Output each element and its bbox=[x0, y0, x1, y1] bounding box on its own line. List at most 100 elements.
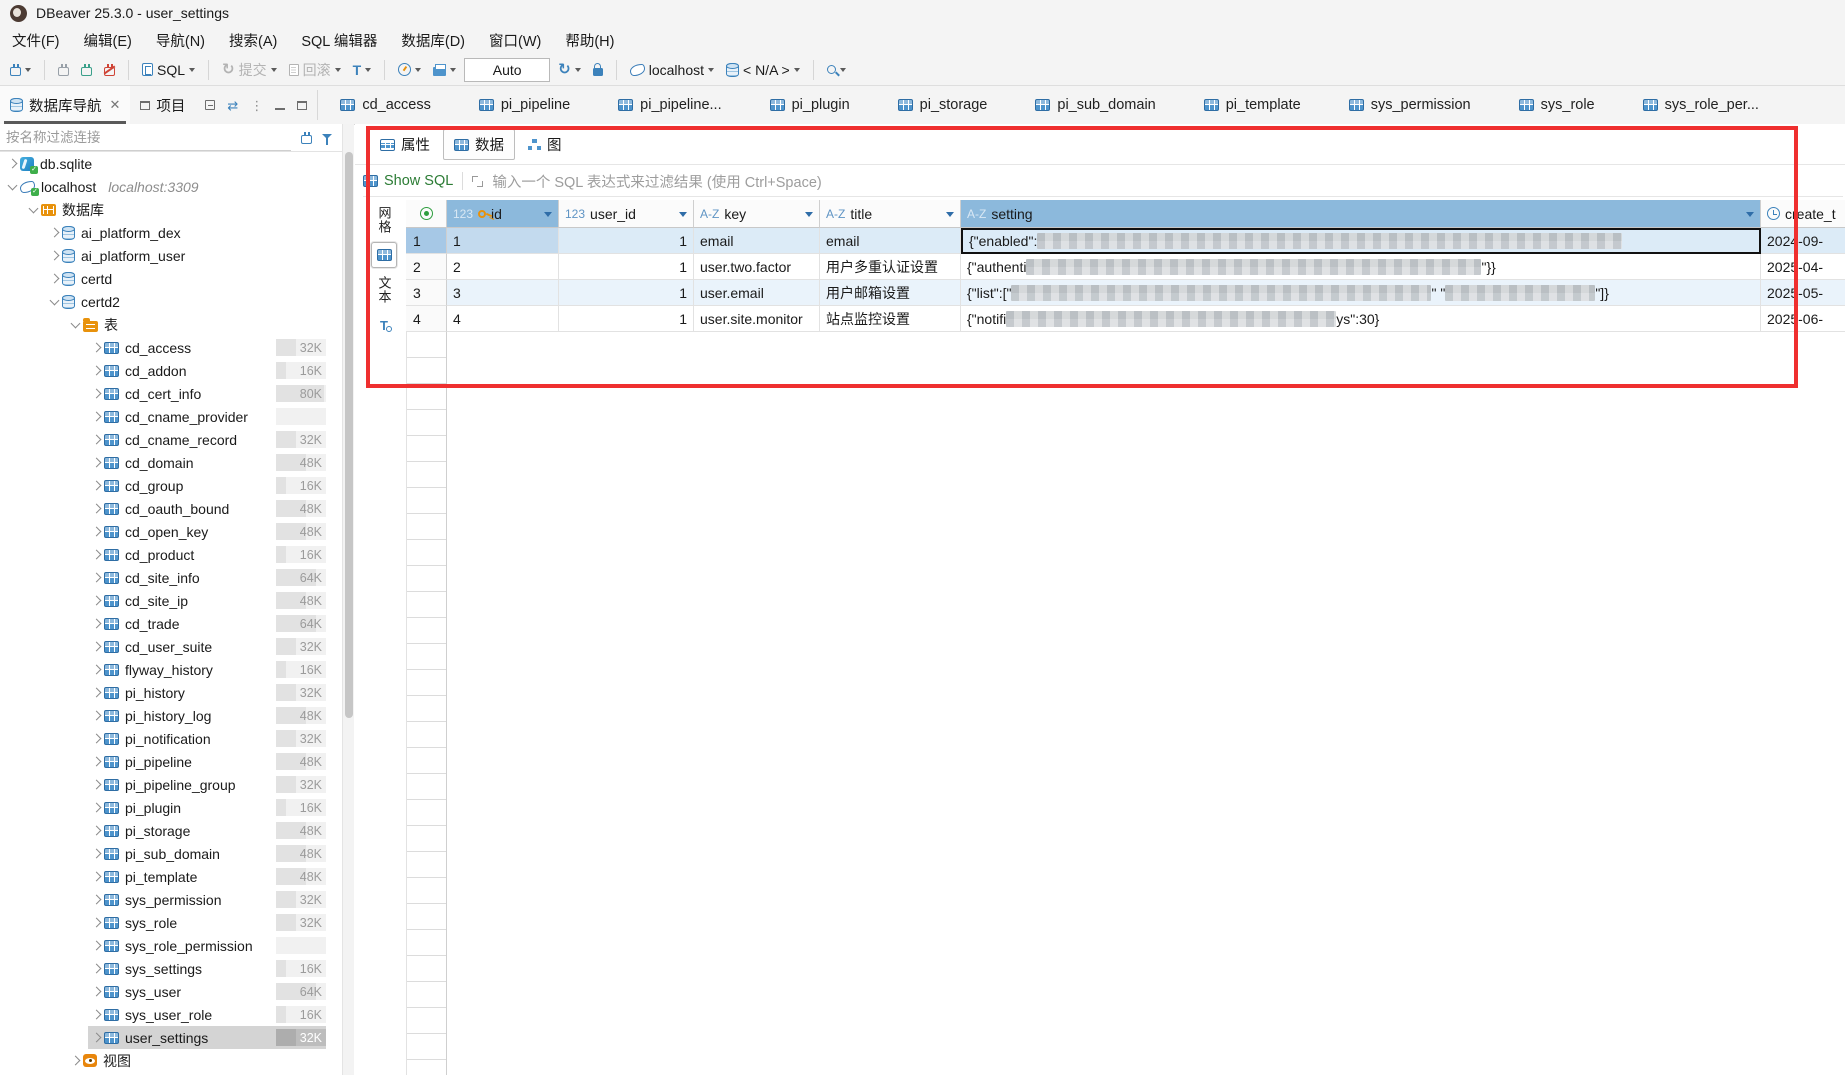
chevron-right-icon[interactable] bbox=[91, 412, 101, 422]
cell-id-row3[interactable]: 3 bbox=[447, 280, 559, 306]
tree-item-cd_site_ip[interactable]: cd_site_ip48K bbox=[88, 589, 326, 612]
tree-item-pi_pipeline_group[interactable]: pi_pipeline_group32K bbox=[88, 773, 326, 796]
tree-item-ai_platform_user[interactable]: ai_platform_user bbox=[46, 244, 326, 267]
menu-item-1[interactable]: 编辑(E) bbox=[72, 27, 144, 54]
cell-user_id-row4[interactable]: 1 bbox=[559, 306, 694, 332]
tree-item-cd_group[interactable]: cd_group16K bbox=[88, 474, 326, 497]
collapse-all-icon[interactable] bbox=[205, 100, 215, 110]
sql-filter-input[interactable]: 输入一个 SQL 表达式来过滤结果 (使用 Ctrl+Space) bbox=[492, 171, 821, 192]
column-header-title[interactable]: A-Ztitle bbox=[820, 200, 961, 228]
result-tab-属性[interactable]: 属性 bbox=[369, 129, 441, 160]
menu-item-5[interactable]: 数据库(D) bbox=[389, 27, 477, 54]
disconnect-button[interactable] bbox=[100, 61, 119, 79]
column-header-setting[interactable]: A-Zsetting bbox=[961, 200, 1761, 228]
chevron-right-icon[interactable] bbox=[91, 849, 101, 859]
chevron-right-icon[interactable] bbox=[91, 826, 101, 836]
tree-item-user_settings[interactable]: user_settings32K bbox=[88, 1026, 326, 1049]
editor-tab-pi_plugin[interactable]: pi_plugin bbox=[748, 86, 876, 124]
chevron-right-icon[interactable] bbox=[91, 596, 101, 606]
chevron-down-icon[interactable] bbox=[28, 203, 38, 213]
editor-tab-pi_pipeline[interactable]: pi_pipeline bbox=[457, 86, 596, 124]
cell-user_id-row3[interactable]: 1 bbox=[559, 280, 694, 306]
text-presentation-button[interactable]: T bbox=[371, 312, 397, 338]
tree-item-cd_product[interactable]: cd_product16K bbox=[88, 543, 326, 566]
export-button[interactable] bbox=[429, 60, 460, 79]
tree-item-[interactable]: 数据库 bbox=[25, 198, 326, 221]
row-header-3[interactable]: 3 bbox=[406, 280, 447, 306]
chevron-right-icon[interactable] bbox=[91, 757, 101, 767]
row-header-4[interactable]: 4 bbox=[406, 306, 447, 332]
reconnect-button[interactable] bbox=[77, 61, 96, 79]
cell-setting-row3[interactable]: {"list":["" ""]} bbox=[961, 280, 1761, 306]
tree-item-cd_cname_record[interactable]: cd_cname_record32K bbox=[88, 428, 326, 451]
sidebar-tab-projects[interactable]: 项目 bbox=[130, 86, 195, 124]
column-header-key[interactable]: A-Zkey bbox=[694, 200, 820, 228]
tree-item-certd2[interactable]: certd2 bbox=[46, 290, 326, 313]
chevron-right-icon[interactable] bbox=[91, 435, 101, 445]
chevron-right-icon[interactable] bbox=[70, 1056, 80, 1066]
chevron-right-icon[interactable] bbox=[91, 504, 101, 514]
expand-filter-icon[interactable] bbox=[472, 176, 483, 187]
tree-item-cd_user_suite[interactable]: cd_user_suite32K bbox=[88, 635, 326, 658]
chevron-right-icon[interactable] bbox=[91, 803, 101, 813]
tree-item-cd_addon[interactable]: cd_addon16K bbox=[88, 359, 326, 382]
connection-filter-input[interactable] bbox=[0, 125, 291, 151]
cell-create_t-row1[interactable]: 2024-09- bbox=[1761, 228, 1845, 254]
tree-item-flyway_history[interactable]: flyway_history16K bbox=[88, 658, 326, 681]
menu-item-6[interactable]: 窗口(W) bbox=[477, 27, 553, 54]
tree-item-pi_history[interactable]: pi_history32K bbox=[88, 681, 326, 704]
editor-tab-sys_role_per[interactable]: sys_role_per... bbox=[1621, 86, 1785, 124]
connect-button[interactable] bbox=[54, 61, 73, 79]
chevron-right-icon[interactable] bbox=[91, 527, 101, 537]
menu-item-3[interactable]: 搜索(A) bbox=[217, 27, 289, 54]
connection-selector[interactable]: localhost bbox=[626, 59, 718, 81]
cell-create_t-row4[interactable]: 2025-06- bbox=[1761, 306, 1845, 332]
menu-item-0[interactable]: 文件(F) bbox=[0, 27, 72, 54]
chevron-right-icon[interactable] bbox=[91, 918, 101, 928]
column-header-create_t[interactable]: create_t bbox=[1761, 200, 1845, 228]
chevron-right-icon[interactable] bbox=[91, 642, 101, 652]
chevron-right-icon[interactable] bbox=[49, 274, 59, 284]
chevron-right-icon[interactable] bbox=[91, 573, 101, 583]
transaction-filter-button[interactable]: T bbox=[349, 60, 376, 80]
tree-item-pi_plugin[interactable]: pi_plugin16K bbox=[88, 796, 326, 819]
cell-title-row4[interactable]: 站点监控设置 bbox=[820, 306, 961, 332]
search-button[interactable] bbox=[823, 61, 850, 78]
chevron-right-icon[interactable] bbox=[91, 987, 101, 997]
tree-item-cd_site_info[interactable]: cd_site_info64K bbox=[88, 566, 326, 589]
cell-id-row1[interactable]: 1 bbox=[447, 228, 559, 254]
cell-title-row2[interactable]: 用户多重认证设置 bbox=[820, 254, 961, 280]
cell-id-row4[interactable]: 4 bbox=[447, 306, 559, 332]
scrollbar-thumb[interactable] bbox=[345, 152, 353, 718]
grid-presentation-button[interactable] bbox=[371, 242, 397, 268]
tree-item-cd_domain[interactable]: cd_domain48K bbox=[88, 451, 326, 474]
link-editor-icon[interactable]: ⇄ bbox=[227, 99, 238, 112]
tree-item-sys_role[interactable]: sys_role32K bbox=[88, 911, 326, 934]
chevron-right-icon[interactable] bbox=[91, 895, 101, 905]
chevron-right-icon[interactable] bbox=[91, 366, 101, 376]
chevron-right-icon[interactable] bbox=[91, 481, 101, 491]
show-sql-button[interactable]: Show SQL bbox=[363, 173, 453, 189]
lock-button[interactable] bbox=[589, 60, 607, 79]
tree-item-pi_storage[interactable]: pi_storage48K bbox=[88, 819, 326, 842]
row-header-2[interactable]: 2 bbox=[406, 254, 447, 280]
cell-user_id-row1[interactable]: 1 bbox=[559, 228, 694, 254]
tree-item-cd_trade[interactable]: cd_trade64K bbox=[88, 612, 326, 635]
auto-commit-combo[interactable]: Auto bbox=[464, 58, 550, 82]
tree-item-[interactable]: 视图 bbox=[67, 1049, 326, 1072]
chevron-right-icon[interactable] bbox=[7, 159, 17, 169]
tree-item-pi_notification[interactable]: pi_notification32K bbox=[88, 727, 326, 750]
editor-tab-pi_template[interactable]: pi_template bbox=[1182, 86, 1327, 124]
sort-dropdown-icon[interactable] bbox=[946, 212, 954, 221]
chevron-right-icon[interactable] bbox=[91, 711, 101, 721]
cell-user_id-row2[interactable]: 1 bbox=[559, 254, 694, 280]
sidebar-scrollbar[interactable] bbox=[342, 124, 354, 1075]
cell-id-row2[interactable]: 2 bbox=[447, 254, 559, 280]
cell-title-row3[interactable]: 用户邮箱设置 bbox=[820, 280, 961, 306]
chevron-right-icon[interactable] bbox=[91, 458, 101, 468]
tree-item-cd_open_key[interactable]: cd_open_key48K bbox=[88, 520, 326, 543]
column-header-id[interactable]: 123id bbox=[447, 200, 559, 228]
menu-item-4[interactable]: SQL 编辑器 bbox=[289, 27, 389, 54]
sort-dropdown-icon[interactable] bbox=[805, 212, 813, 221]
tree-item-pi_history_log[interactable]: pi_history_log48K bbox=[88, 704, 326, 727]
